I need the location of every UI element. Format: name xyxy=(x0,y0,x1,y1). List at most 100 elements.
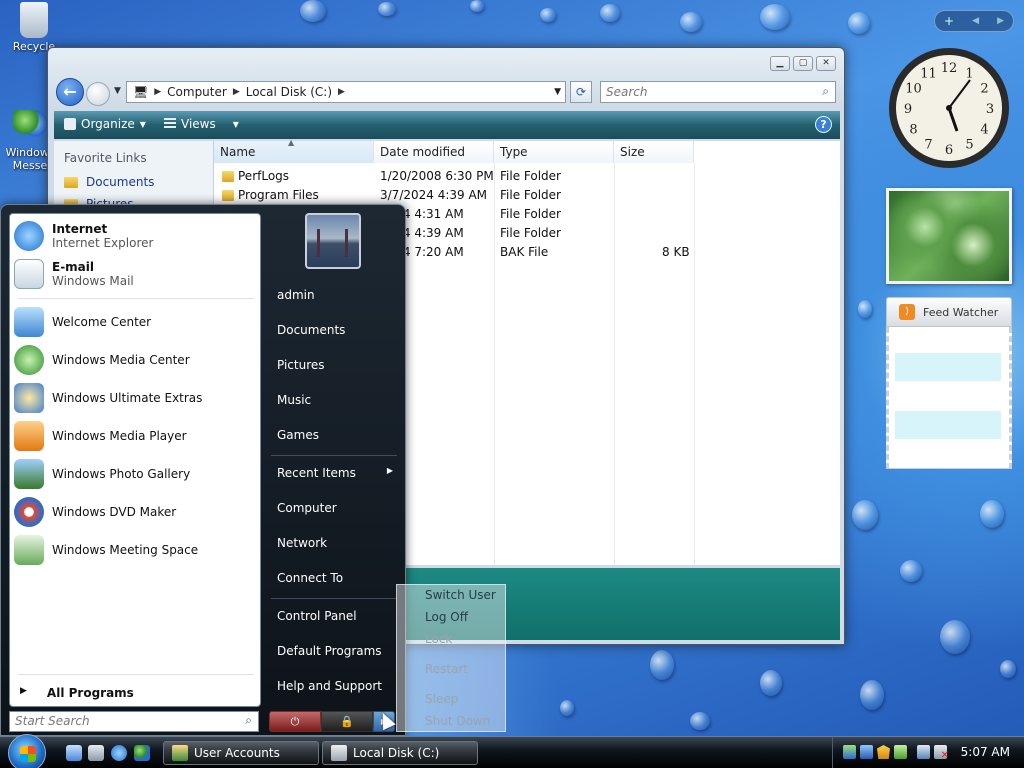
program-label: Windows Photo Gallery xyxy=(52,467,191,481)
pinned-internet[interactable]: Internet Internet Explorer xyxy=(14,218,258,254)
recent-program-dvd-maker[interactable]: Windows DVD Maker xyxy=(14,494,258,530)
recent-program-welcome-center[interactable]: Welcome Center xyxy=(14,304,258,340)
security-shield-icon[interactable] xyxy=(877,745,890,759)
menu-item-shut-down[interactable]: Shut Down xyxy=(425,714,490,728)
all-programs-button[interactable]: ▶ All Programs xyxy=(20,686,134,700)
volume-muted-icon[interactable]: ✕ xyxy=(934,745,949,761)
power-button[interactable]: ⏻ xyxy=(269,711,321,732)
start-item-documents[interactable]: Documents xyxy=(269,317,399,345)
help-button[interactable]: ? xyxy=(815,116,832,133)
menu-item-log-off[interactable]: Log Off xyxy=(425,610,468,624)
recent-program-ultimate-extras[interactable]: Windows Ultimate Extras xyxy=(14,380,258,416)
menu-item-lock[interactable]: Lock xyxy=(425,632,452,646)
feed-item[interactable] xyxy=(895,353,1001,381)
program-label: Windows Media Player xyxy=(52,429,187,443)
messenger-tray-icon[interactable] xyxy=(843,745,856,759)
search-icon[interactable]: ⌕ xyxy=(822,84,829,99)
defender-tray-icon[interactable] xyxy=(894,745,907,759)
start-item-label: Computer xyxy=(277,501,337,515)
favorite-link-documents[interactable]: Documents xyxy=(54,171,213,193)
start-item-help-and-support[interactable]: Help and Support xyxy=(269,673,399,701)
start-button[interactable] xyxy=(8,734,46,768)
ultimate-extras-icon xyxy=(14,383,44,413)
recent-program-meeting-space[interactable]: Windows Meeting Space xyxy=(14,532,258,568)
start-search-placeholder: Start Search xyxy=(15,714,90,728)
chevron-right-icon: ▶ xyxy=(20,686,27,696)
chevron-right-icon[interactable]: ▶ xyxy=(233,87,240,97)
chevron-down-icon: ▼ xyxy=(139,119,146,129)
user-picture[interactable] xyxy=(305,213,361,269)
start-item-computer[interactable]: Computer xyxy=(269,495,399,523)
chevron-right-icon[interactable]: ▶ xyxy=(154,87,161,97)
recent-pages-dropdown[interactable]: ▼ xyxy=(114,86,121,96)
column-label: Size xyxy=(620,145,645,159)
meeting-space-icon xyxy=(14,535,44,565)
menu-item-restart[interactable]: Restart xyxy=(425,662,468,676)
slideshow-gadget[interactable] xyxy=(886,188,1012,284)
views-button[interactable]: Views ▼ xyxy=(164,117,239,131)
column-header-type[interactable]: Type xyxy=(494,141,614,163)
start-item-recent-items[interactable]: Recent Items ▶ xyxy=(269,460,399,488)
recent-program-media-player[interactable]: Windows Media Player xyxy=(14,418,258,454)
lock-button[interactable]: 🔒 xyxy=(321,711,373,732)
folder-icon xyxy=(222,171,234,182)
maximize-button[interactable]: ▢ xyxy=(793,56,813,71)
explorer-search-input[interactable]: Search ⌕ xyxy=(600,81,836,103)
recent-program-photo-gallery[interactable]: Windows Photo Gallery xyxy=(14,456,258,492)
start-search-input[interactable]: Start Search ⌕ xyxy=(9,711,259,732)
column-header-name[interactable]: Name ▲ xyxy=(214,138,374,163)
start-item-network[interactable]: Network xyxy=(269,530,399,558)
messenger-quicklaunch-icon[interactable] xyxy=(134,745,150,761)
breadcrumb-local-disk[interactable]: Local Disk (C:) xyxy=(240,85,338,99)
taskbar-clock[interactable]: 5:07 AM xyxy=(961,745,1010,759)
close-button[interactable]: ✕ xyxy=(816,56,836,71)
feed-watcher-gadget[interactable]: ) Feed Watcher xyxy=(886,297,1012,471)
column-header-date-modified[interactable]: Date modified xyxy=(374,141,494,163)
clock-gadget[interactable]: 12 12 3 45678 9 1011 xyxy=(886,45,1012,171)
column-header-size[interactable]: Size xyxy=(614,141,694,163)
favorite-link-label: Documents xyxy=(86,175,155,189)
taskbar-button-local-disk[interactable]: Local Disk (C:) xyxy=(322,741,478,765)
start-item-user[interactable]: admin xyxy=(269,282,399,310)
taskbar-button-label: Local Disk (C:) xyxy=(353,746,440,760)
start-item-pictures[interactable]: Pictures xyxy=(269,352,399,380)
taskbar-button-user-accounts[interactable]: User Accounts xyxy=(163,741,319,765)
divider xyxy=(271,598,397,599)
network-sync-tray-icon[interactable] xyxy=(860,745,873,759)
address-dropdown-icon[interactable]: ▼ xyxy=(554,87,561,97)
address-bar[interactable]: 🖥 ▶ Computer ▶ Local Disk (C:) ▶ ▼ xyxy=(126,81,566,103)
network-icon[interactable] xyxy=(917,745,930,759)
file-row[interactable]: PerfLogs 1/20/2008 6:30 PM File Folder xyxy=(214,167,840,186)
start-item-control-panel[interactable]: Control Panel xyxy=(269,603,399,631)
start-item-label: admin xyxy=(277,288,315,302)
menu-item-switch-user[interactable]: Switch User xyxy=(425,588,496,602)
organize-button[interactable]: Organize ▼ xyxy=(64,117,146,131)
start-item-music[interactable]: Music xyxy=(269,387,399,415)
minimize-button[interactable]: ▁ xyxy=(770,56,790,71)
previous-icon[interactable]: ◀ xyxy=(972,16,979,26)
divider xyxy=(18,298,254,299)
start-item-games[interactable]: Games xyxy=(269,422,399,450)
menu-item-sleep[interactable]: Sleep xyxy=(425,692,458,706)
add-gadget-icon[interactable]: + xyxy=(944,14,954,28)
start-item-connect-to[interactable]: Connect To xyxy=(269,565,399,593)
show-desktop-icon[interactable] xyxy=(66,745,82,761)
sidebar-controls: + ◀ ▶ xyxy=(934,10,1014,32)
file-row[interactable]: Program Files 3/7/2024 4:39 AM File Fold… xyxy=(214,186,840,205)
forward-button[interactable] xyxy=(86,82,110,106)
welcome-center-icon xyxy=(14,307,44,337)
start-item-default-programs[interactable]: Default Programs xyxy=(269,638,399,666)
search-icon[interactable]: ⌕ xyxy=(245,713,252,728)
next-icon[interactable]: ▶ xyxy=(997,16,1004,26)
chevron-right-icon[interactable]: ▶ xyxy=(338,87,345,97)
recent-program-media-center[interactable]: Windows Media Center xyxy=(14,342,258,378)
switch-windows-icon[interactable] xyxy=(88,745,104,761)
breadcrumb-computer[interactable]: Computer xyxy=(161,85,233,99)
recycle-bin-desktop-icon[interactable]: Recycle xyxy=(4,2,64,53)
feed-item[interactable] xyxy=(895,411,1001,439)
back-button[interactable]: ← xyxy=(56,78,84,106)
pinned-email[interactable]: E-mail Windows Mail xyxy=(14,256,258,292)
refresh-button[interactable]: ⟳ xyxy=(570,81,592,103)
start-item-label: Pictures xyxy=(277,358,325,372)
internet-explorer-quicklaunch-icon[interactable] xyxy=(111,745,127,761)
